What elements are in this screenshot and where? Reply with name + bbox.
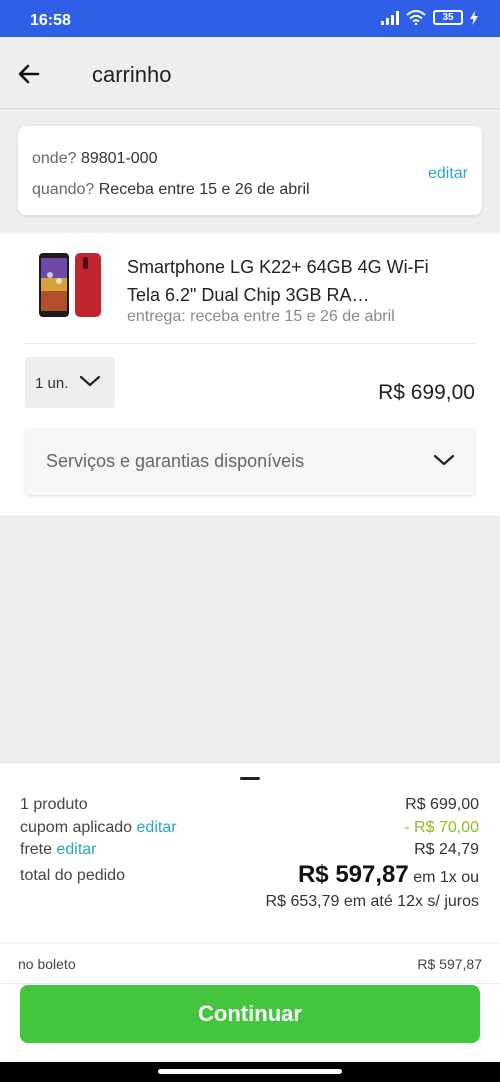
total-line: R$ 597,87 em 1x ou bbox=[298, 861, 479, 889]
system-nav-bar bbox=[0, 1062, 500, 1082]
services-label: Serviços e garantias disponíveis bbox=[46, 451, 305, 471]
divider bbox=[0, 943, 500, 944]
edit-shipping-link[interactable]: editar bbox=[56, 841, 96, 858]
boleto-value: R$ 597,87 bbox=[417, 956, 482, 972]
charging-icon bbox=[470, 10, 478, 25]
delivery-when: quando? Receba entre 15 e 26 de abril bbox=[32, 181, 310, 199]
edit-delivery-link[interactable]: editar bbox=[428, 165, 468, 183]
total-suffix: em 1x ou bbox=[413, 869, 479, 886]
product-item: Smartphone LG K22+ 64GB 4G Wi-Fi Tela 6.… bbox=[0, 233, 500, 515]
status-icons: 35 bbox=[381, 10, 478, 25]
order-summary: 1 produto R$ 699,00 cupom aplicado edita… bbox=[0, 762, 500, 1062]
signal-icon bbox=[381, 10, 399, 25]
shipping-value: R$ 24,79 bbox=[414, 841, 479, 858]
shipping-label: frete bbox=[20, 841, 53, 858]
chevron-down-icon bbox=[79, 375, 101, 387]
when-value: Receba entre 15 e 26 de abril bbox=[98, 181, 310, 198]
status-time: 16:58 bbox=[30, 12, 71, 29]
coupon-row: cupom aplicado editar bbox=[20, 819, 177, 837]
where-value: 89801-000 bbox=[80, 150, 158, 167]
coupon-label: cupom aplicado bbox=[20, 819, 133, 836]
divider bbox=[25, 343, 475, 344]
product-image[interactable] bbox=[37, 251, 103, 319]
edit-coupon-link[interactable]: editar bbox=[137, 819, 177, 836]
continue-button[interactable]: Continuar bbox=[20, 985, 480, 1043]
total-label: total do pedido bbox=[20, 867, 125, 884]
total-value: R$ 597,87 bbox=[297, 861, 409, 888]
chevron-down-icon bbox=[433, 454, 455, 466]
status-bar: 16:58 35 bbox=[0, 0, 500, 37]
quantity-value: 1 un. bbox=[35, 375, 69, 392]
quantity-select[interactable]: 1 un. bbox=[25, 357, 115, 408]
battery-icon: 35 bbox=[433, 10, 463, 25]
products-subtotal: R$ 699,00 bbox=[405, 796, 479, 813]
shipping-row: frete editar bbox=[20, 841, 97, 859]
boleto-label: no boleto bbox=[18, 956, 76, 972]
where-label: onde? bbox=[32, 150, 77, 167]
products-count-label: 1 produto bbox=[20, 796, 88, 813]
delivery-card: onde? 89801-000 quando? Receba entre 15 … bbox=[18, 126, 482, 215]
product-name[interactable]: Smartphone LG K22+ 64GB 4G Wi-Fi Tela 6.… bbox=[127, 253, 447, 309]
when-label: quando? bbox=[32, 181, 95, 198]
battery-level: 35 bbox=[442, 12, 454, 23]
drag-handle[interactable] bbox=[240, 777, 260, 780]
divider bbox=[0, 983, 500, 984]
delivery-where: onde? 89801-000 bbox=[32, 150, 157, 168]
coupon-discount: - R$ 70,00 bbox=[404, 819, 479, 836]
page-title: carrinho bbox=[92, 62, 172, 87]
top-bar: carrinho bbox=[0, 37, 500, 109]
wifi-icon bbox=[406, 10, 426, 25]
services-dropdown[interactable]: Serviços e garantias disponíveis bbox=[25, 429, 475, 495]
installments-text: R$ 653,79 em até 12x s/ juros bbox=[265, 893, 479, 910]
back-arrow-icon[interactable] bbox=[14, 59, 44, 89]
product-price: R$ 699,00 bbox=[378, 381, 475, 404]
home-indicator[interactable] bbox=[158, 1069, 342, 1074]
product-delivery-text: entrega: receba entre 15 e 26 de abril bbox=[127, 308, 395, 325]
